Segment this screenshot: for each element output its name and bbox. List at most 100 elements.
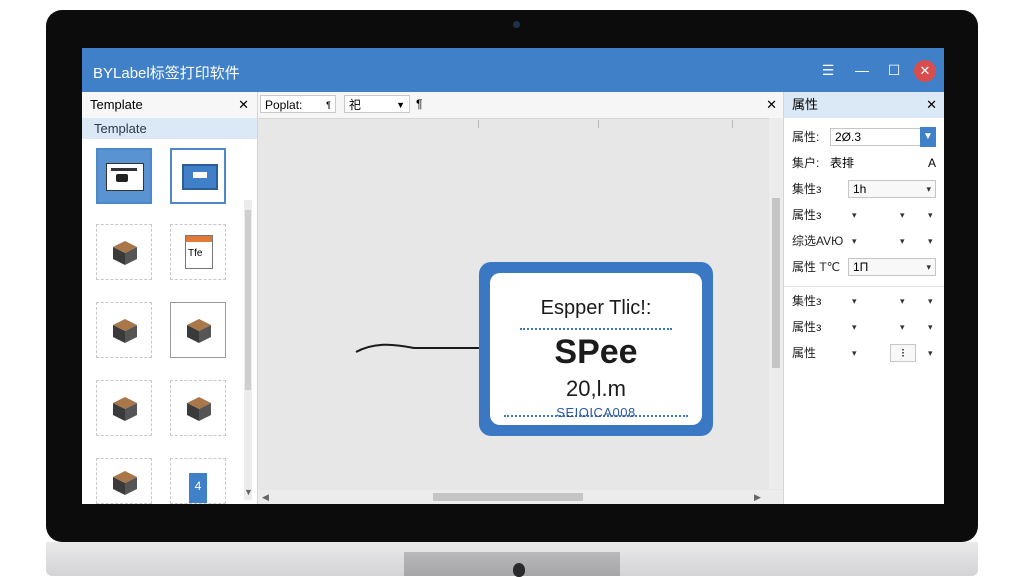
template-thumb-bottle[interactable]: 4	[170, 458, 226, 504]
canvas-area[interactable]: Poplat: ¶ 祀 ▼ ¶ ✕ Espper Tlic!: SPee 20,…	[258, 92, 783, 504]
prop-input[interactable]: 1Π ▾	[848, 258, 936, 276]
prop-name: 集户:	[792, 156, 820, 170]
canvas-vertical-scrollbar[interactable]	[769, 118, 783, 489]
label-main-text[interactable]: SPee	[490, 333, 702, 372]
prop-row: 综选AVЮ ▾ ▾ ▾	[784, 230, 944, 252]
paragraph-icon[interactable]: ¶	[416, 97, 422, 111]
monitor-stand	[404, 552, 620, 576]
chevron-down-icon[interactable]: ▼	[920, 127, 936, 147]
template-thumb-box[interactable]	[170, 302, 226, 358]
template-thumb-tag[interactable]: Tfe	[170, 224, 226, 280]
bottle-icon: 4	[189, 473, 207, 503]
tag-icon: Tfe	[185, 235, 213, 269]
ruler-tick	[598, 120, 599, 128]
template-thumb-box[interactable]	[96, 224, 152, 280]
prop-input[interactable]: ⁝	[890, 344, 916, 362]
template-section-text: Template	[94, 121, 147, 136]
template-panel-close-icon[interactable]: ✕	[238, 92, 249, 118]
minimize-button[interactable]: —	[852, 60, 872, 80]
editor-toolbar: Poplat: ¶ 祀 ▼ ¶ ✕	[258, 92, 783, 119]
title-bar: BYLabel标签打印软件 ☰ — ☐ ✕	[82, 48, 944, 92]
prop-row: 属性: 2Ø.3 ▼	[784, 126, 944, 148]
template-thumb-box[interactable]	[170, 380, 226, 436]
chevron-down-icon[interactable]: ▾	[928, 316, 933, 338]
editor-close-icon[interactable]: ✕	[766, 97, 777, 113]
prop-row: 属性з ▾ ▾ ▾	[784, 316, 944, 338]
chevron-down-icon[interactable]: ▾	[852, 342, 857, 364]
prop-name: 属性 T℃	[792, 260, 841, 274]
properties-header: 属性 ✕	[784, 92, 944, 118]
label-body: Espper Tlic!: SPee 20,l.m SEIOICA008	[490, 273, 702, 425]
scroll-right-icon[interactable]: ▶	[754, 492, 761, 503]
properties-panel: 属性 ✕ 属性: 2Ø.3 ▼ 集户: 表排 A 集性з 1h ▾ 属性з ▾ …	[783, 92, 944, 504]
scroll-down-icon[interactable]: ▼	[244, 487, 253, 497]
prop-row: 属性з ▾ ▾ ▾	[784, 204, 944, 226]
font-field[interactable]: Poplat: ¶	[260, 95, 336, 113]
chevron-down-icon[interactable]: ▾	[900, 204, 905, 226]
prop-name: 集性з	[792, 294, 822, 308]
box-icon	[113, 241, 137, 265]
chevron-down-icon[interactable]: ▾	[928, 204, 933, 226]
prop-name: 综选AVЮ	[792, 234, 844, 248]
label-value-text[interactable]: 20,l.m	[490, 376, 702, 402]
menu-icon[interactable]: ☰	[818, 60, 838, 80]
label-icon	[106, 163, 144, 191]
close-button[interactable]: ✕	[914, 60, 936, 82]
template-thumb-box[interactable]	[96, 458, 152, 504]
ruler-tick	[478, 120, 479, 128]
chevron-down-icon[interactable]: ▾	[900, 230, 905, 252]
box-icon	[113, 397, 137, 421]
canvas-horizontal-scrollbar[interactable]: ◀ ▶	[258, 490, 783, 504]
chevron-down-icon[interactable]: ▾	[928, 290, 933, 312]
canvas-horizontal-scroll-thumb[interactable]	[433, 493, 583, 501]
prop-input[interactable]: 1h ▾	[848, 180, 936, 198]
chevron-down-icon[interactable]: ▾	[928, 342, 933, 364]
label-preview[interactable]: Espper Tlic!: SPee 20,l.m SEIOICA008	[479, 262, 713, 436]
template-scrollbar[interactable]	[244, 200, 252, 500]
prop-name: 属性:	[792, 130, 820, 144]
font-icon[interactable]: A	[928, 152, 936, 174]
template-panel-title: Template	[90, 97, 143, 112]
chevron-down-icon[interactable]: ▾	[852, 290, 857, 312]
chevron-down-icon[interactable]: ▾	[852, 230, 857, 252]
chevron-down-icon[interactable]: ▾	[852, 204, 857, 226]
prop-row: 属性 T℃ 1Π ▾	[784, 256, 944, 278]
chevron-down-icon[interactable]: ▾	[928, 230, 933, 252]
label-heading[interactable]: Espper Tlic!:	[490, 297, 702, 320]
canvas-vertical-scroll-thumb[interactable]	[772, 198, 780, 368]
scroll-left-icon[interactable]: ◀	[262, 492, 269, 503]
prop-row: 属性 ▾ ⁝ ▾	[784, 342, 944, 364]
template-thumb-bin[interactable]	[170, 148, 226, 204]
size-field-value: 祀	[349, 98, 362, 112]
font-field-caret: ¶	[326, 100, 331, 110]
template-panel: Template ✕ Template Tfe 4 ▼	[82, 92, 258, 504]
size-field[interactable]: 祀 ▼	[344, 95, 410, 113]
template-scrollbar-thumb[interactable]	[245, 210, 251, 390]
panel-divider	[784, 286, 944, 287]
chevron-down-icon[interactable]: ▾	[900, 290, 905, 312]
template-thumb-box[interactable]	[96, 380, 152, 436]
font-field-value: Poplat:	[265, 98, 303, 112]
template-section-label: Template	[82, 118, 257, 139]
label-barcode-text[interactable]: SEIOICA008	[490, 405, 702, 420]
dotted-divider	[520, 328, 672, 330]
prop-name: 属性з	[792, 320, 822, 334]
prop-value: 表排	[830, 156, 855, 170]
box-icon	[187, 319, 211, 343]
prop-name: 集性з	[792, 182, 822, 196]
prop-name: 属性	[792, 346, 817, 360]
template-panel-header: Template ✕	[82, 92, 257, 119]
chevron-down-icon[interactable]: ▾	[900, 316, 905, 338]
prop-row: 集户: 表排 A	[784, 152, 944, 174]
ruler-tick	[732, 120, 733, 128]
properties-close-icon[interactable]: ✕	[926, 92, 937, 118]
template-thumb-box[interactable]	[96, 302, 152, 358]
app-title: BYLabel标签打印软件	[93, 65, 240, 82]
properties-title: 属性	[792, 97, 819, 112]
maximize-button[interactable]: ☐	[884, 60, 904, 80]
chevron-down-icon[interactable]: ▾	[852, 316, 857, 338]
chevron-down-icon: ▼	[396, 100, 405, 110]
box-icon	[187, 397, 211, 421]
template-thumb-label[interactable]	[96, 148, 152, 204]
apple-logo-icon	[513, 563, 525, 577]
